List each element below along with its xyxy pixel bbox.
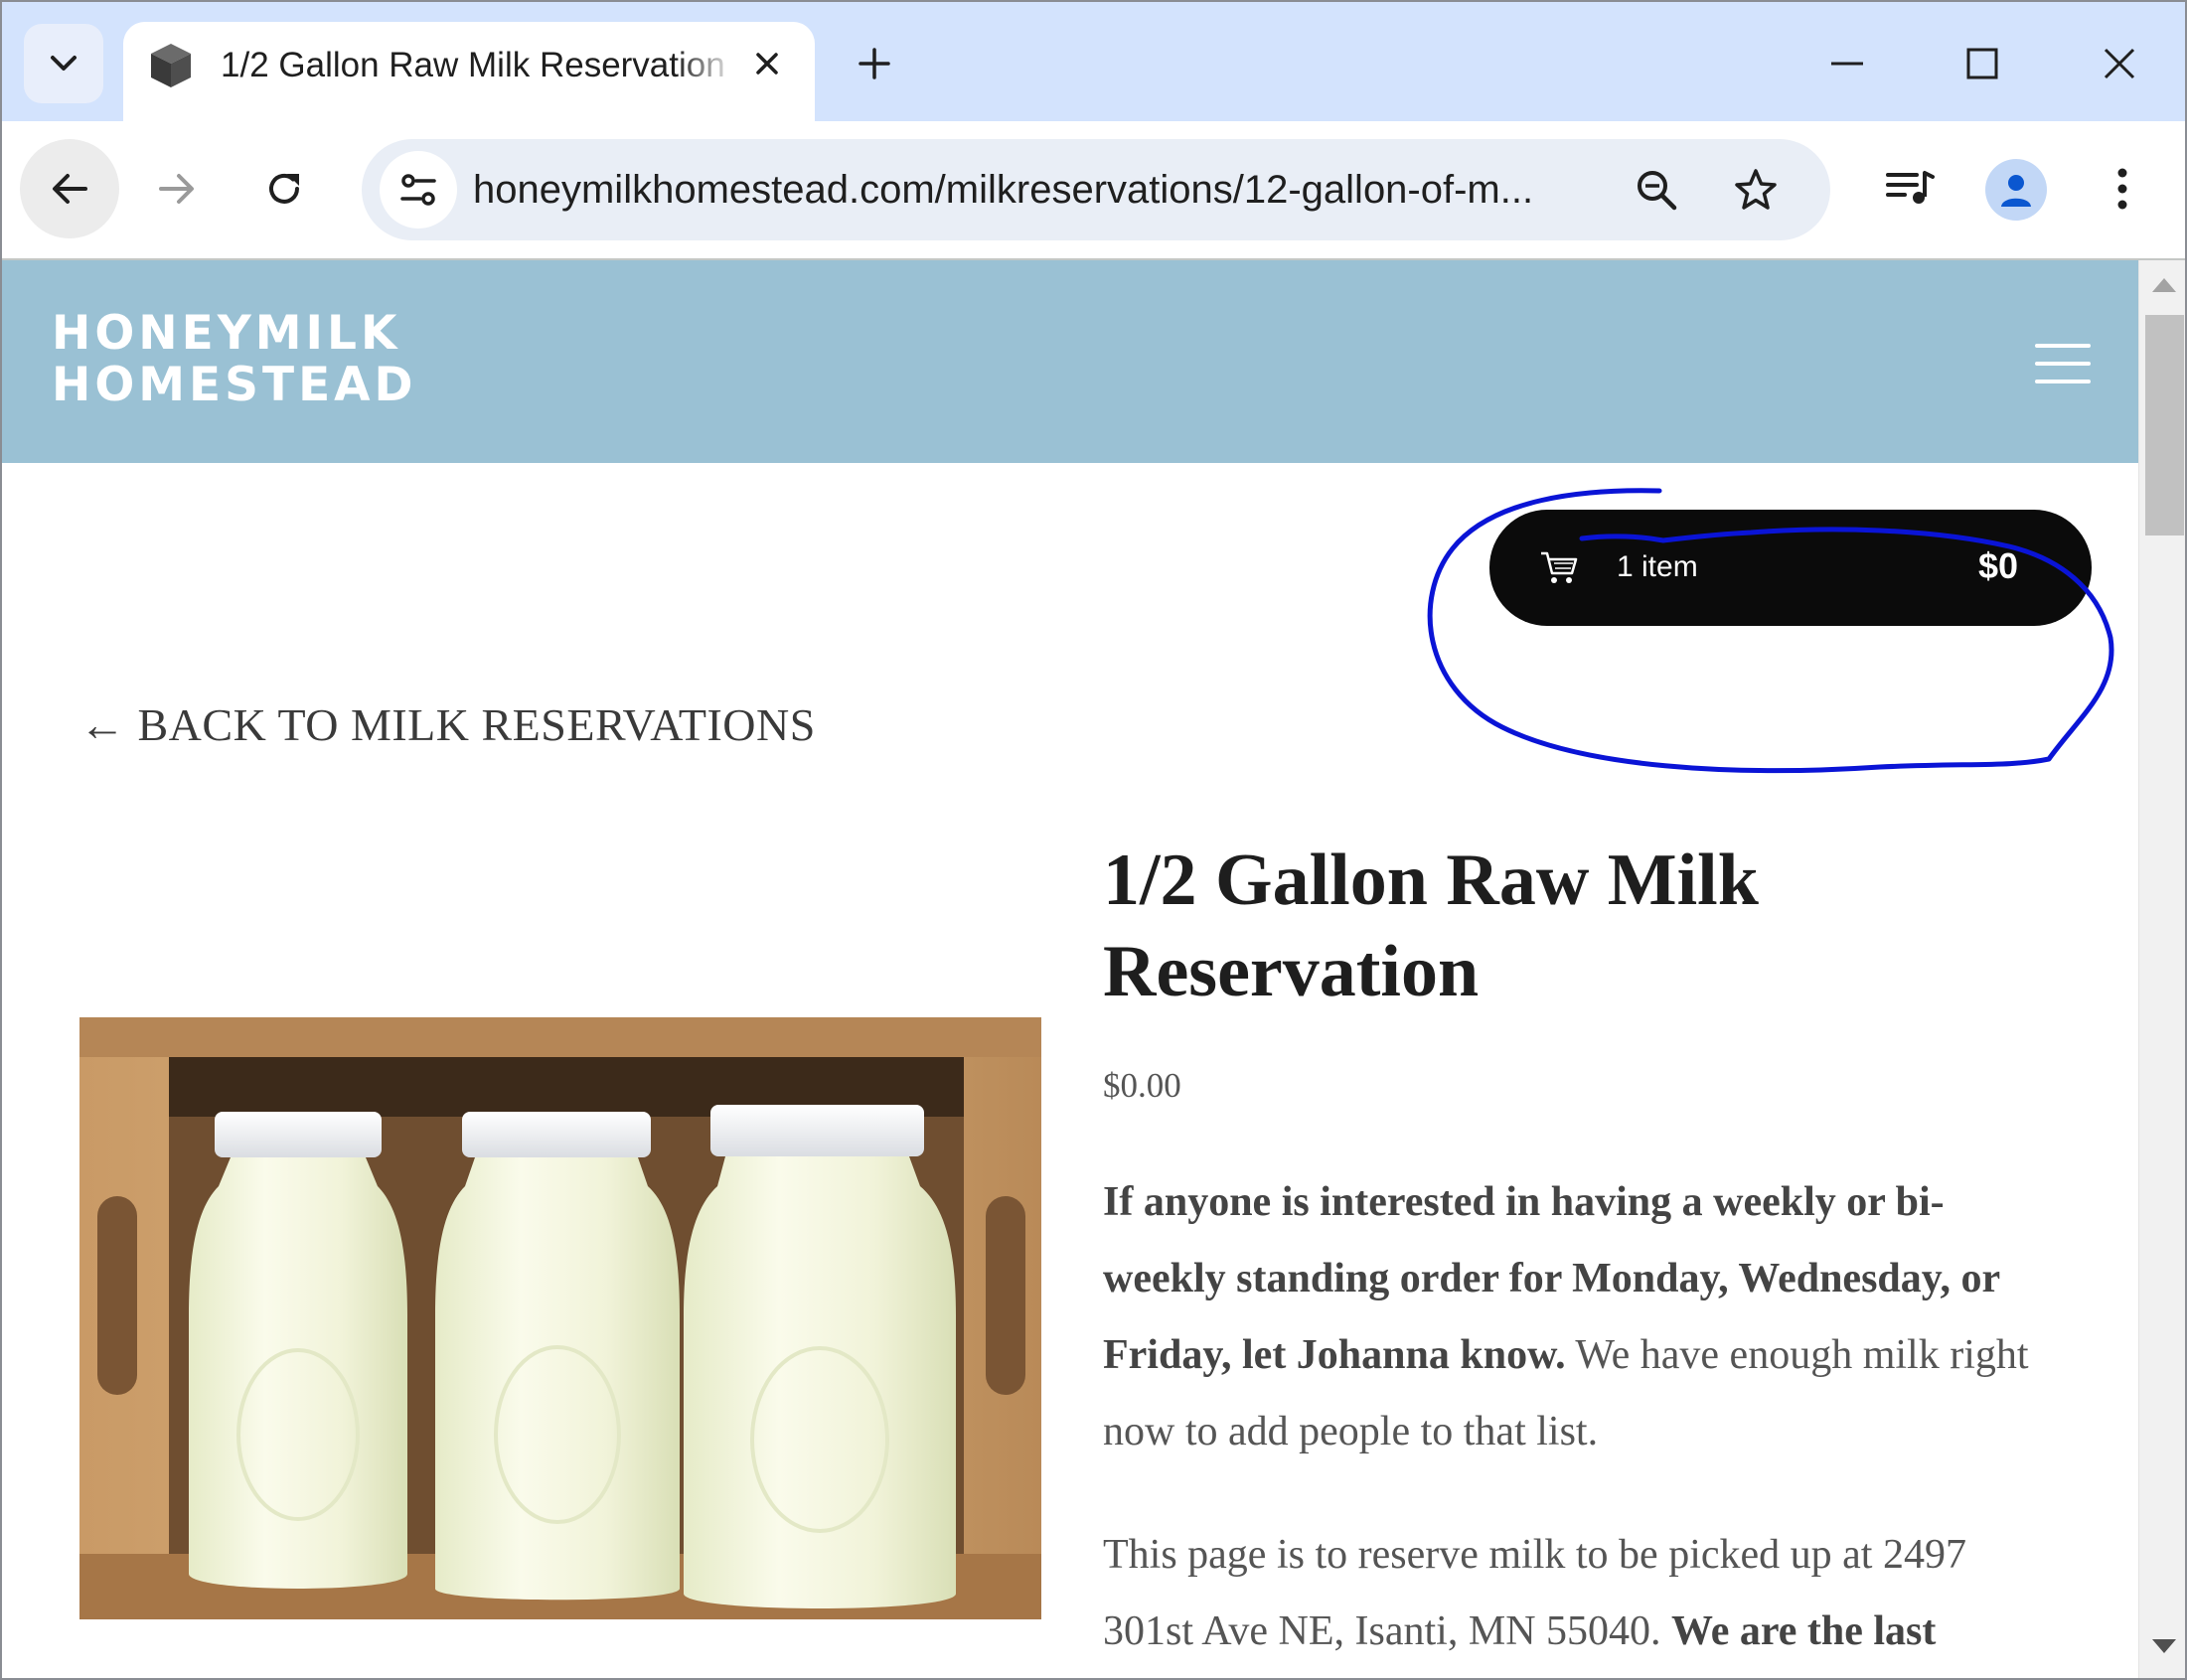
profile-avatar[interactable] xyxy=(1985,159,2047,221)
milk-jar xyxy=(189,1112,407,1589)
logo-line-2: HOMESTEAD xyxy=(52,358,417,412)
browser-window: 1/2 Gallon Raw Milk Reservation honeymil… xyxy=(0,0,2187,1680)
url-text[interactable]: honeymilkhomestead.com/milkreservations/… xyxy=(473,165,1596,215)
tab-title: 1/2 Gallon Raw Milk Reservation xyxy=(221,46,725,84)
minimize-button[interactable] xyxy=(1802,24,1892,103)
new-tab-button[interactable] xyxy=(845,34,904,93)
active-tab[interactable]: 1/2 Gallon Raw Milk Reservation xyxy=(123,22,815,123)
browser-menu-button[interactable] xyxy=(2083,149,2162,229)
cube-icon xyxy=(151,44,191,87)
product-price: $0.00 xyxy=(1103,1066,1181,1105)
playlist-music-icon xyxy=(1886,171,1935,204)
reload-button[interactable] xyxy=(234,139,334,238)
back-to-reservations-link[interactable]: ← BACK TO MILK RESERVATIONS xyxy=(79,697,816,753)
menu-button[interactable] xyxy=(2035,344,2091,383)
chevron-down-icon xyxy=(51,56,77,71)
arrow-right-icon xyxy=(159,174,194,204)
milk-jar xyxy=(684,1105,956,1608)
maximize-button[interactable] xyxy=(1938,24,2027,103)
page-viewport: HONEYMILK HOMESTEAD 1 item $0 ← BACK TO … xyxy=(2,260,2138,1678)
close-window-button[interactable] xyxy=(2075,24,2164,103)
person-icon xyxy=(2001,175,2031,207)
logo-line-1: HONEYMILK xyxy=(52,306,401,361)
star-icon xyxy=(1735,169,1777,210)
product-description-paragraph-2: This page is to reserve milk to be picke… xyxy=(1103,1517,2067,1670)
close-icon xyxy=(756,53,778,75)
product-image[interactable] xyxy=(79,1017,1041,1619)
page-scrollbar[interactable] xyxy=(2138,260,2185,1678)
tab-close-button[interactable] xyxy=(739,36,795,91)
cart-button[interactable]: 1 item $0 xyxy=(1489,510,2092,626)
plus-icon xyxy=(859,48,890,79)
bookmark-button[interactable] xyxy=(1723,157,1789,223)
product-description-paragraph-1: If anyone is interested in having a week… xyxy=(1103,1164,2067,1470)
close-icon xyxy=(2104,48,2135,79)
tab-search-button[interactable] xyxy=(24,24,103,103)
arrow-left-icon xyxy=(53,174,87,204)
shopping-cart-icon xyxy=(1541,551,1578,583)
tune-icon xyxy=(400,174,436,206)
minimize-icon xyxy=(1831,62,1863,66)
zoom-out-icon xyxy=(1638,171,1677,211)
site-info-button[interactable] xyxy=(380,151,457,229)
back-button[interactable] xyxy=(20,139,119,238)
cart-item-count: 1 item xyxy=(1617,550,1698,583)
scroll-thumb[interactable] xyxy=(2145,315,2184,535)
milk-jar xyxy=(435,1112,680,1601)
cart-total: $0 xyxy=(1977,545,2018,586)
browser-toolbar: honeymilkhomestead.com/milkreservations/… xyxy=(2,121,2185,260)
reload-icon xyxy=(269,173,299,204)
zoom-button[interactable] xyxy=(1624,157,1689,223)
scroll-down-arrow[interactable] xyxy=(2152,1639,2176,1653)
tab-strip: 1/2 Gallon Raw Milk Reservation xyxy=(2,2,2185,123)
more-vert-icon xyxy=(2117,168,2127,210)
scroll-up-arrow[interactable] xyxy=(2152,278,2176,292)
maximize-icon xyxy=(1966,48,1998,79)
pickup-note-bold: We are the last xyxy=(1671,1608,1937,1654)
media-controls-button[interactable] xyxy=(1870,149,1950,229)
product-title: 1/2 Gallon Raw Milk Reservation xyxy=(1103,840,1759,1012)
site-header: HONEYMILK HOMESTEAD xyxy=(2,260,2138,463)
site-logo[interactable]: HONEYMILK HOMESTEAD xyxy=(52,308,417,411)
forward-button[interactable] xyxy=(127,139,227,238)
address-bar[interactable]: honeymilkhomestead.com/milkreservations/… xyxy=(362,139,1830,240)
